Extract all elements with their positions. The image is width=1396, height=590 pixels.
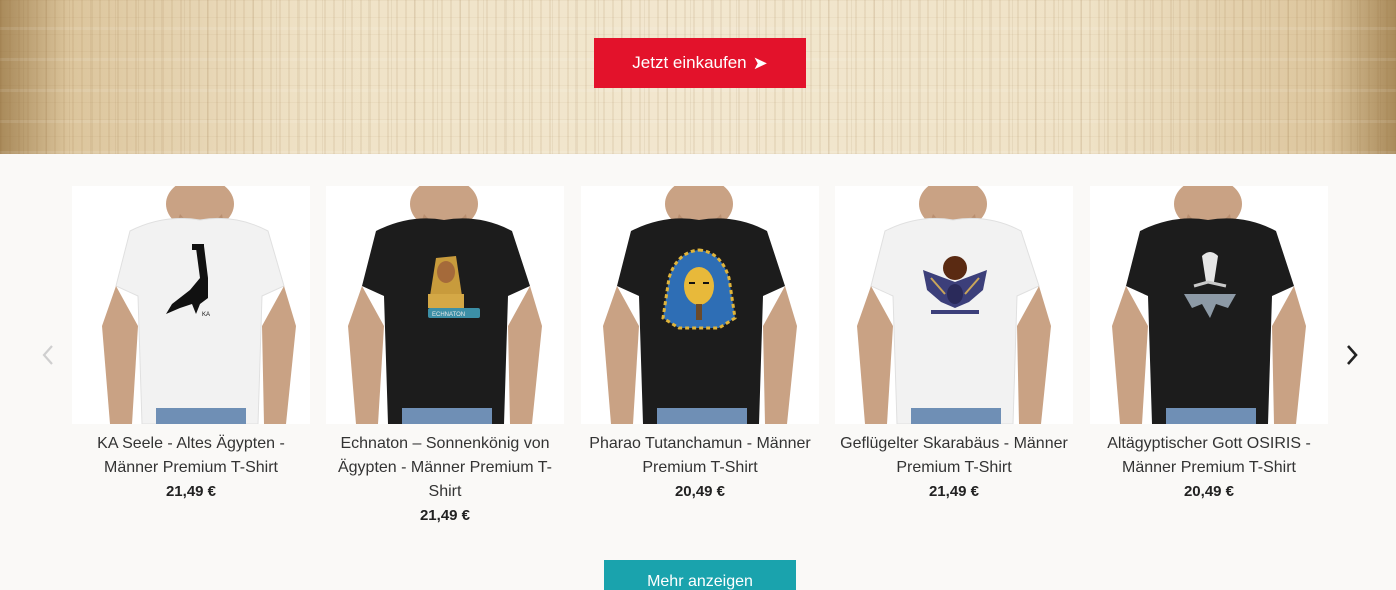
product-price: 21,49 € bbox=[928, 483, 980, 500]
chevron-left-icon bbox=[42, 345, 53, 365]
svg-text:KA: KA bbox=[202, 312, 210, 318]
product-title[interactable]: Echnaton – Sonnenkönig von Ägypten - Män… bbox=[326, 432, 564, 504]
product-card[interactable]: Pharao Tutanchamun - Männer Premium T-Sh… bbox=[581, 186, 819, 504]
product-price: 21,49 € bbox=[419, 507, 471, 524]
product-image[interactable] bbox=[835, 186, 1073, 424]
product-card[interactable]: KA KA Seele - Altes Ägypten - Männer Pre… bbox=[72, 186, 310, 504]
product-title[interactable]: Altägyptischer Gott OSIRIS - Männer Prem… bbox=[1090, 432, 1328, 480]
product-card[interactable]: Altägyptischer Gott OSIRIS - Männer Prem… bbox=[1090, 186, 1328, 504]
arrow-right-icon: ➤ bbox=[752, 52, 768, 73]
product-title[interactable]: Pharao Tutanchamun - Männer Premium T-Sh… bbox=[581, 432, 819, 480]
chevron-right-icon bbox=[1347, 345, 1358, 365]
product-price: 20,49 € bbox=[1183, 483, 1235, 500]
carousel-next-button[interactable] bbox=[1340, 340, 1364, 370]
svg-text:ECHNATON: ECHNATON bbox=[432, 312, 465, 318]
shop-now-button[interactable]: Jetzt einkaufen ➤ bbox=[594, 38, 806, 88]
product-carousel: KA KA Seele - Altes Ägypten - Männer Pre… bbox=[0, 154, 1396, 554]
shop-now-label: Jetzt einkaufen bbox=[632, 53, 747, 72]
product-title[interactable]: KA Seele - Altes Ägypten - Männer Premiu… bbox=[72, 432, 310, 480]
papyrus-hero-banner: Jetzt einkaufen ➤ bbox=[0, 0, 1396, 154]
product-image[interactable]: ECHNATON bbox=[326, 186, 564, 424]
product-title[interactable]: Geflügelter Skarabäus - Männer Premium T… bbox=[835, 432, 1073, 480]
product-card[interactable]: Geflügelter Skarabäus - Männer Premium T… bbox=[835, 186, 1073, 504]
product-image[interactable]: KA bbox=[72, 186, 310, 424]
product-card[interactable]: ECHNATON Echnaton – Sonnenkönig von Ägyp… bbox=[326, 186, 564, 528]
product-image[interactable] bbox=[1090, 186, 1328, 424]
product-price: 21,49 € bbox=[165, 483, 217, 500]
product-image[interactable] bbox=[581, 186, 819, 424]
product-price: 20,49 € bbox=[674, 483, 726, 500]
carousel-prev-button[interactable] bbox=[36, 340, 60, 370]
show-more-button[interactable]: Mehr anzeigen bbox=[604, 560, 796, 590]
